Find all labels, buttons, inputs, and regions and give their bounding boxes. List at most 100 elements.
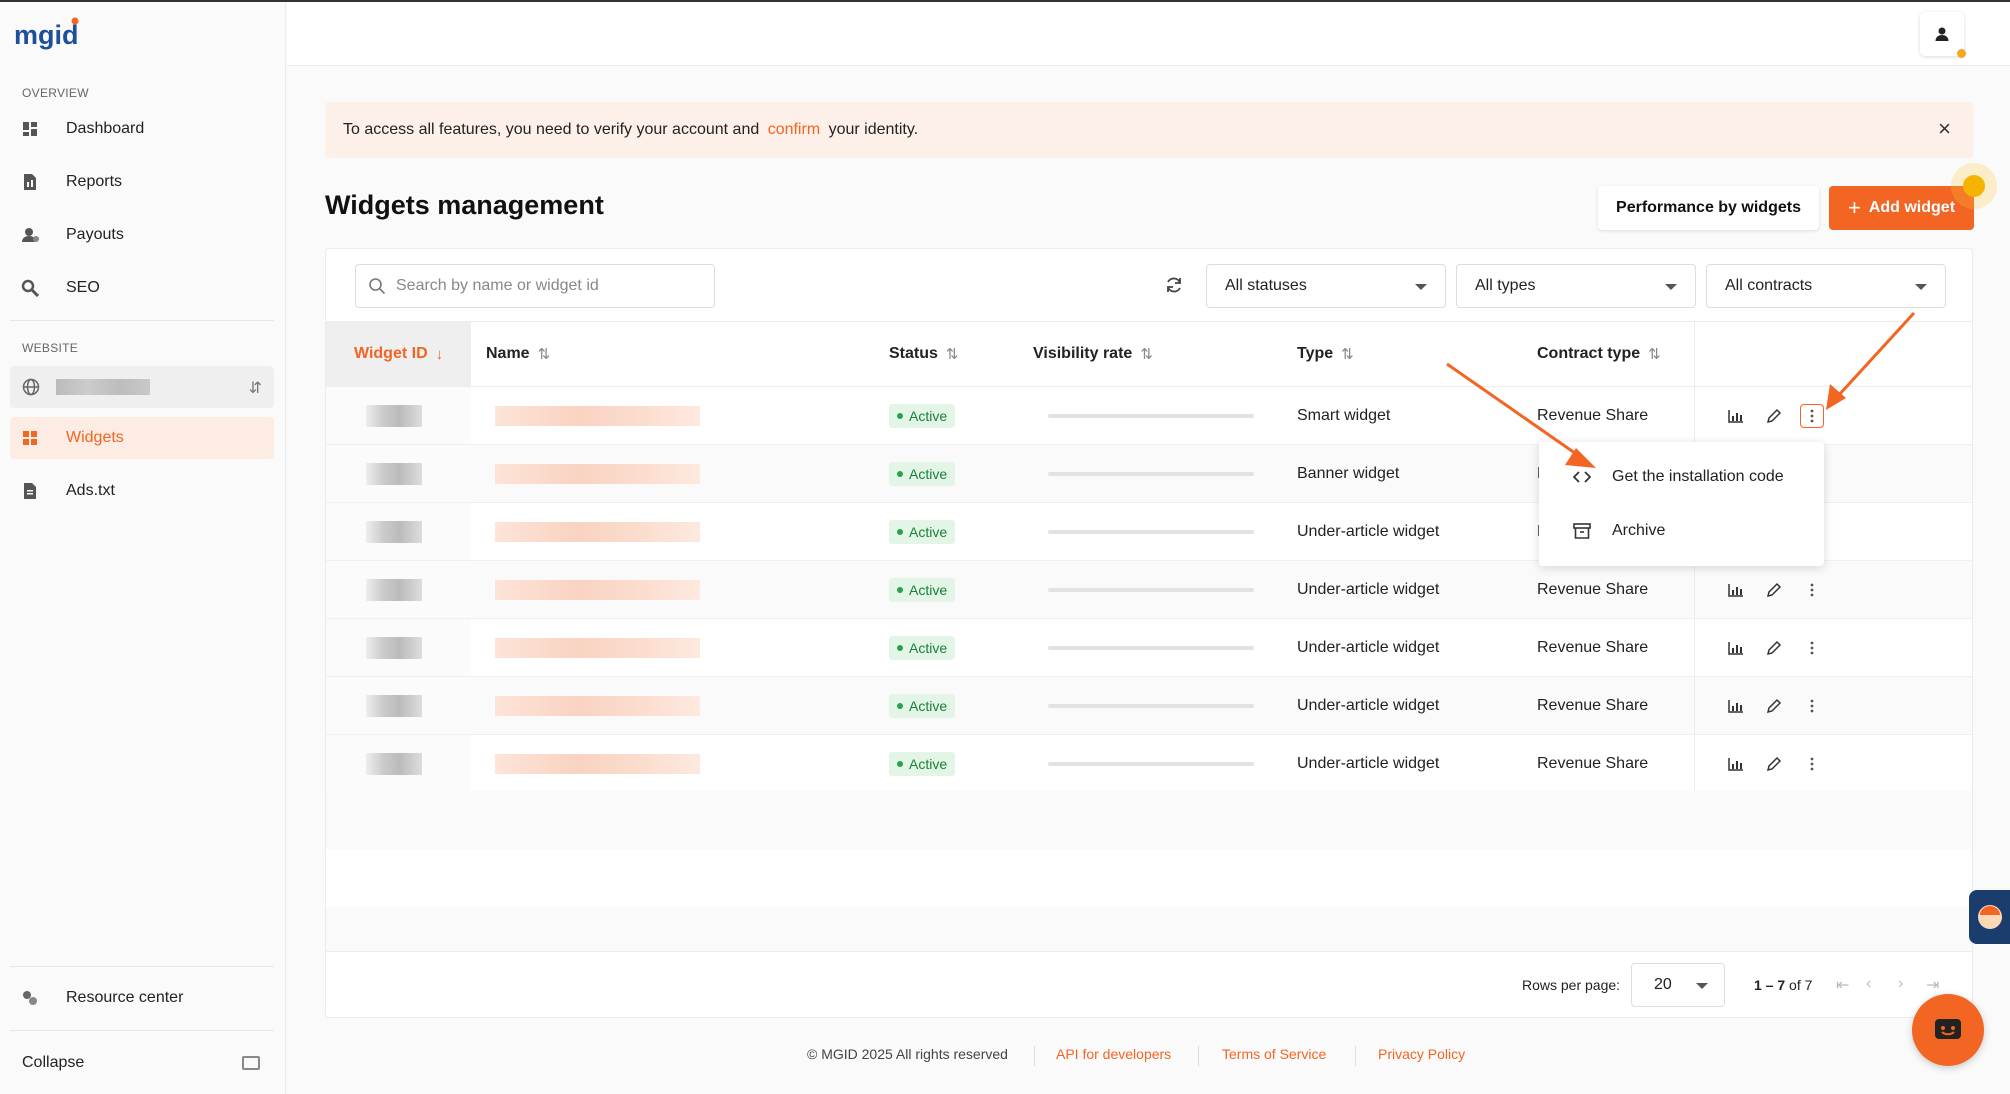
column-header-contract-type[interactable]: Contract type ⇅	[1537, 322, 1661, 386]
stats-icon[interactable]	[1724, 694, 1748, 718]
column-header-status[interactable]: Status ⇅	[889, 322, 958, 386]
column-header-name[interactable]: Name ⇅	[486, 322, 550, 386]
api-link[interactable]: API for developers	[1056, 1046, 1171, 1062]
table-footer-divider	[326, 951, 1972, 952]
edit-icon[interactable]	[1762, 404, 1786, 428]
terms-link[interactable]: Terms of Service	[1222, 1046, 1326, 1062]
user-menu-button[interactable]	[1920, 12, 1966, 58]
next-page-icon[interactable]: ›	[1898, 975, 1903, 993]
mgid-logo[interactable]: mgid	[14, 16, 84, 52]
widget-name-cell	[471, 619, 700, 676]
footer-separator	[1198, 1046, 1199, 1066]
sidebar-item-reports[interactable]: Reports	[10, 161, 274, 203]
stats-icon[interactable]	[1724, 404, 1748, 428]
row-actions-menu: Get the installation code Archive	[1539, 442, 1824, 566]
rows-per-page-select[interactable]: 20	[1631, 963, 1725, 1007]
table-row[interactable]: Active Smart widget Revenue Share	[326, 387, 1972, 445]
sidebar-item-ads-txt[interactable]: Ads.txt	[10, 470, 274, 512]
table-row[interactable]: Active Under-article widget Revenue Shar…	[326, 677, 1972, 735]
chevron-down-icon	[1415, 284, 1427, 290]
visibility-rate-bar	[1048, 587, 1254, 592]
status-cell: Active	[889, 387, 956, 444]
refresh-icon[interactable]	[1164, 275, 1184, 301]
privacy-link[interactable]: Privacy Policy	[1378, 1046, 1465, 1062]
visibility-rate-bar	[1048, 645, 1254, 650]
visibility-rate-cell	[1048, 619, 1254, 676]
last-page-icon[interactable]: ⇥	[1926, 975, 1939, 995]
status-label: Active	[909, 581, 948, 598]
collapse-icon[interactable]	[242, 1056, 260, 1070]
confirm-link[interactable]: confirm	[768, 121, 820, 139]
more-options-icon[interactable]	[1800, 636, 1824, 660]
chat-button[interactable]	[1912, 994, 1984, 1066]
status-badge: Active	[889, 577, 956, 602]
type-filter-select[interactable]: All types	[1456, 264, 1696, 308]
widget-id-cell	[326, 677, 471, 734]
menu-item-archive[interactable]: Archive	[1539, 506, 1824, 556]
edit-icon[interactable]	[1762, 694, 1786, 718]
sidebar-item-payouts[interactable]: Payouts	[10, 214, 274, 256]
ads-txt-icon	[20, 481, 40, 501]
onboarding-hotspot[interactable]	[1963, 175, 1985, 197]
edit-icon[interactable]	[1762, 752, 1786, 776]
prev-page-icon[interactable]: ‹	[1866, 975, 1871, 993]
status-dot	[897, 644, 903, 651]
swap-icon[interactable]: ⇵	[249, 378, 262, 398]
widget-name-cell	[471, 561, 700, 618]
edit-icon[interactable]	[1762, 578, 1786, 602]
website-section-label: WEBSITE	[22, 341, 79, 355]
sort-desc-icon: ↓	[435, 345, 444, 363]
visibility-rate-cell	[1048, 561, 1254, 618]
actions-column-divider	[1694, 735, 1695, 792]
column-header-widget-id[interactable]: Widget ID ↓	[326, 322, 471, 386]
column-label: Widget ID	[354, 345, 428, 362]
stats-icon[interactable]	[1724, 578, 1748, 602]
column-header-visibility-rate[interactable]: Visibility rate ⇅	[1033, 322, 1153, 386]
help-side-tab[interactable]	[1969, 890, 2010, 944]
edit-icon[interactable]	[1762, 636, 1786, 660]
more-options-icon[interactable]	[1800, 752, 1824, 776]
sidebar-item-seo[interactable]: SEO	[10, 267, 274, 309]
sidebar-item-dashboard[interactable]: Dashboard	[10, 108, 274, 150]
column-label: Name	[486, 345, 530, 362]
stats-icon[interactable]	[1724, 636, 1748, 660]
close-icon[interactable]: ×	[1938, 118, 1951, 140]
table-row[interactable]: Active Under-article widget Revenue Shar…	[326, 619, 1972, 677]
performance-by-widgets-button[interactable]: Performance by widgets	[1598, 186, 1819, 230]
menu-item-get-installation-code[interactable]: Get the installation code	[1539, 452, 1824, 502]
more-options-icon[interactable]	[1800, 578, 1824, 602]
more-options-icon[interactable]	[1800, 694, 1824, 718]
search-box[interactable]	[355, 264, 715, 308]
chevron-down-icon	[1696, 983, 1708, 989]
widget-id-cell	[326, 561, 471, 618]
table-row[interactable]: Active Under-article widget Revenue Shar…	[326, 735, 1972, 793]
website-selector[interactable]: ⇵	[10, 366, 274, 408]
sidebar-item-resource-center[interactable]: Resource center	[10, 977, 274, 1019]
status-filter-select[interactable]: All statuses	[1206, 264, 1446, 308]
status-badge: Active	[889, 461, 956, 486]
contract-filter-select[interactable]: All contracts	[1706, 264, 1946, 308]
sidebar-item-widgets[interactable]: Widgets	[10, 417, 274, 459]
top-header	[287, 2, 2010, 66]
stats-icon[interactable]	[1724, 752, 1748, 776]
first-page-icon[interactable]: ⇤	[1836, 975, 1849, 995]
status-label: Active	[909, 697, 948, 714]
footer-separator	[1034, 1046, 1035, 1066]
collapse-button[interactable]: Collapse	[22, 1054, 84, 1072]
status-cell: Active	[889, 445, 956, 502]
more-options-icon[interactable]	[1800, 404, 1824, 428]
actions-column-divider	[1694, 561, 1695, 618]
table-row[interactable]: Active Under-article widget Revenue Shar…	[326, 561, 1972, 619]
sort-icon: ⇅	[945, 346, 959, 363]
column-header-type[interactable]: Type ⇅	[1297, 322, 1354, 386]
widget-name-redacted	[495, 637, 700, 658]
search-input[interactable]	[396, 277, 696, 295]
status-dot	[897, 760, 903, 767]
type-filter-value: All types	[1475, 277, 1536, 294]
sidebar-divider	[10, 320, 274, 321]
status-dot	[897, 586, 903, 593]
status-dot	[897, 412, 903, 419]
sort-icon: ⇅	[1341, 346, 1354, 363]
widget-name-redacted	[495, 405, 700, 426]
actions-column-divider	[1694, 619, 1695, 676]
